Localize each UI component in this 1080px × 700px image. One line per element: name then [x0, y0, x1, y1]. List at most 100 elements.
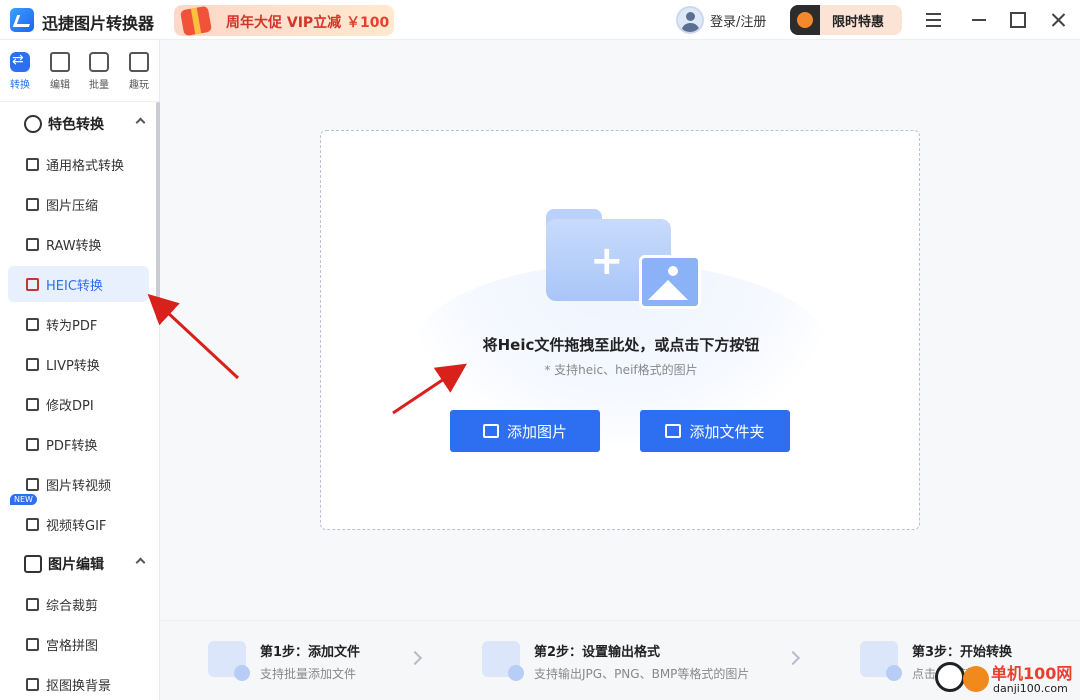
chevron-up-icon — [135, 117, 146, 128]
step-2-title: 第2步：设置输出格式 — [534, 645, 661, 660]
chevron-up-icon — [135, 557, 146, 568]
convert-group-icon — [24, 115, 42, 133]
watermark-text: 单机100网 — [991, 664, 1073, 683]
vip-badge-icon — [790, 5, 820, 35]
new-badge: NEW — [10, 494, 37, 505]
raw-icon — [26, 237, 39, 251]
topnav-batch[interactable]: 批量 — [79, 52, 119, 94]
sidebar-item-grid-collage[interactable]: 宫格拼图 — [8, 626, 149, 662]
image-icon — [639, 255, 701, 309]
pdf-icon — [26, 317, 39, 331]
add-folder-button[interactable]: 添加文件夹 — [640, 410, 790, 452]
title-bar: 迅捷图片转换器 周年大促 VIP立减 ￥100 登录/注册 限时特惠 — [0, 0, 1080, 40]
watermark-orange-icon — [963, 666, 989, 692]
sidebar-item-pdf-convert[interactable]: PDF转换 — [8, 426, 149, 462]
sidebar-item-crop[interactable]: 综合裁剪 — [8, 586, 149, 622]
group-special-convert[interactable]: 特色转换 — [0, 104, 156, 144]
topnav-edit-label: 编辑 — [50, 80, 70, 91]
step-add-file-icon — [208, 641, 250, 681]
step-convert-icon — [860, 641, 902, 681]
convert-icon — [10, 52, 30, 72]
sidebar-item-raw[interactable]: RAW转换 — [8, 226, 149, 262]
add-image-button[interactable]: 添加图片 — [450, 410, 600, 452]
sidebar-item-label: 修改DPI — [46, 398, 94, 414]
step-1-title: 第1步：添加文件 — [260, 645, 361, 660]
grid-icon — [26, 637, 39, 651]
sidebar-item-label: 综合裁剪 — [46, 598, 99, 614]
chevron-right-icon — [785, 650, 801, 666]
vip-offer-label: 限时特惠 — [832, 14, 885, 30]
watermark-url: danji100.com — [993, 682, 1068, 695]
promo-text: 周年大促 VIP立减 ￥100 — [226, 12, 389, 32]
vip-offer-button[interactable]: 限时特惠 — [790, 5, 902, 35]
sidebar-item-dpi[interactable]: 修改DPI — [8, 386, 149, 422]
batch-icon — [89, 52, 109, 72]
sidebar-item-cutout[interactable]: 抠图换背景 — [8, 666, 149, 700]
sidebar-item-label: PDF转换 — [46, 438, 98, 454]
close-icon[interactable] — [1046, 8, 1070, 32]
watermark-circle-icon — [935, 662, 965, 692]
add-folder-label: 添加文件夹 — [689, 422, 765, 441]
sidebar: 转换 编辑 批量 趣玩 特色转换 通用格式转换 — [0, 40, 160, 700]
sidebar-item-livp[interactable]: LIVP转换 — [8, 346, 149, 382]
add-image-label: 添加图片 — [506, 422, 567, 441]
group-label: 特色转换 — [48, 117, 104, 133]
sidebar-item-format-convert[interactable]: 通用格式转换 — [8, 146, 149, 182]
format-convert-icon — [26, 157, 39, 171]
top-nav: 转换 编辑 批量 趣玩 — [0, 40, 160, 102]
topnav-fun[interactable]: 趣玩 — [119, 52, 159, 94]
group-image-edit[interactable]: 图片编辑 — [0, 544, 156, 584]
pdf-convert-icon — [26, 437, 39, 451]
sidebar-item-video-to-gif[interactable]: NEW 视频转GIF — [8, 494, 149, 542]
promo-price: ￥100 — [346, 15, 390, 31]
sidebar-item-label: 宫格拼图 — [46, 638, 99, 654]
app-logo-icon — [10, 8, 34, 32]
image-edit-group-icon — [24, 555, 42, 573]
minimize-icon[interactable] — [967, 8, 991, 32]
sidebar-item-label: LIVP转换 — [46, 358, 100, 374]
main-panel: + 将Heic文件拖拽至此处，或点击下方按钮 * 支持heic、heif格式的图… — [160, 40, 1080, 620]
edit-icon — [50, 52, 70, 72]
drop-zone-title: 将Heic文件拖拽至此处，或点击下方按钮 — [482, 336, 760, 354]
avatar-icon — [676, 6, 704, 34]
topnav-convert[interactable]: 转换 — [0, 52, 40, 94]
login-label: 登录/注册 — [710, 14, 767, 30]
chevron-right-icon — [407, 650, 423, 666]
cutout-icon — [26, 677, 39, 691]
step-2-desc: 支持输出JPG、PNG、BMP等格式的图片 — [534, 667, 750, 681]
compress-icon — [26, 197, 39, 211]
step-settings-icon — [482, 641, 524, 681]
topnav-convert-label: 转换 — [10, 80, 30, 91]
dpi-icon — [26, 397, 39, 411]
topnav-batch-label: 批量 — [89, 80, 109, 91]
sidebar-item-compress[interactable]: 图片压缩 — [8, 186, 149, 222]
login-button[interactable]: 登录/注册 — [676, 6, 766, 34]
menu-icon[interactable] — [922, 8, 946, 32]
sidebar-item-label: 转为PDF — [46, 318, 98, 334]
drop-zone[interactable]: + 将Heic文件拖拽至此处，或点击下方按钮 * 支持heic、heif格式的图… — [320, 130, 920, 530]
add-image-icon — [482, 424, 499, 438]
sidebar-item-label: RAW转换 — [46, 238, 102, 254]
app-title: 迅捷图片转换器 — [42, 14, 155, 33]
group-label: 图片编辑 — [48, 557, 104, 573]
sidebar-item-label: 视频转GIF — [46, 518, 107, 534]
watermark-logo: 单机100网 danji100.com — [935, 658, 1077, 698]
sidebar-item-label: 图片转视频 — [46, 478, 112, 494]
sidebar-item-label: 抠图换背景 — [46, 678, 112, 694]
topnav-edit[interactable]: 编辑 — [40, 52, 80, 94]
fun-icon — [129, 52, 149, 72]
add-folder-icon — [665, 424, 682, 438]
promo-banner[interactable]: 周年大促 VIP立减 ￥100 — [174, 5, 394, 37]
step-1-desc: 支持批量添加文件 — [260, 667, 357, 681]
app-window: 迅捷图片转换器 周年大促 VIP立减 ￥100 登录/注册 限时特惠 转 — [0, 0, 1080, 700]
gift-icon — [179, 5, 213, 37]
sidebar-item-to-pdf[interactable]: 转为PDF — [8, 306, 149, 342]
maximize-icon[interactable] — [1006, 8, 1030, 32]
video-icon — [26, 477, 39, 491]
livp-icon — [26, 357, 39, 371]
promo-label: 周年大促 VIP立减 — [226, 15, 342, 31]
sidebar-item-heic[interactable]: HEIC转换 — [8, 266, 149, 302]
drop-zone-subtitle: * 支持heic、heif格式的图片 — [544, 363, 698, 377]
topnav-fun-label: 趣玩 — [129, 80, 149, 91]
sidebar-item-label: 图片压缩 — [46, 198, 99, 214]
